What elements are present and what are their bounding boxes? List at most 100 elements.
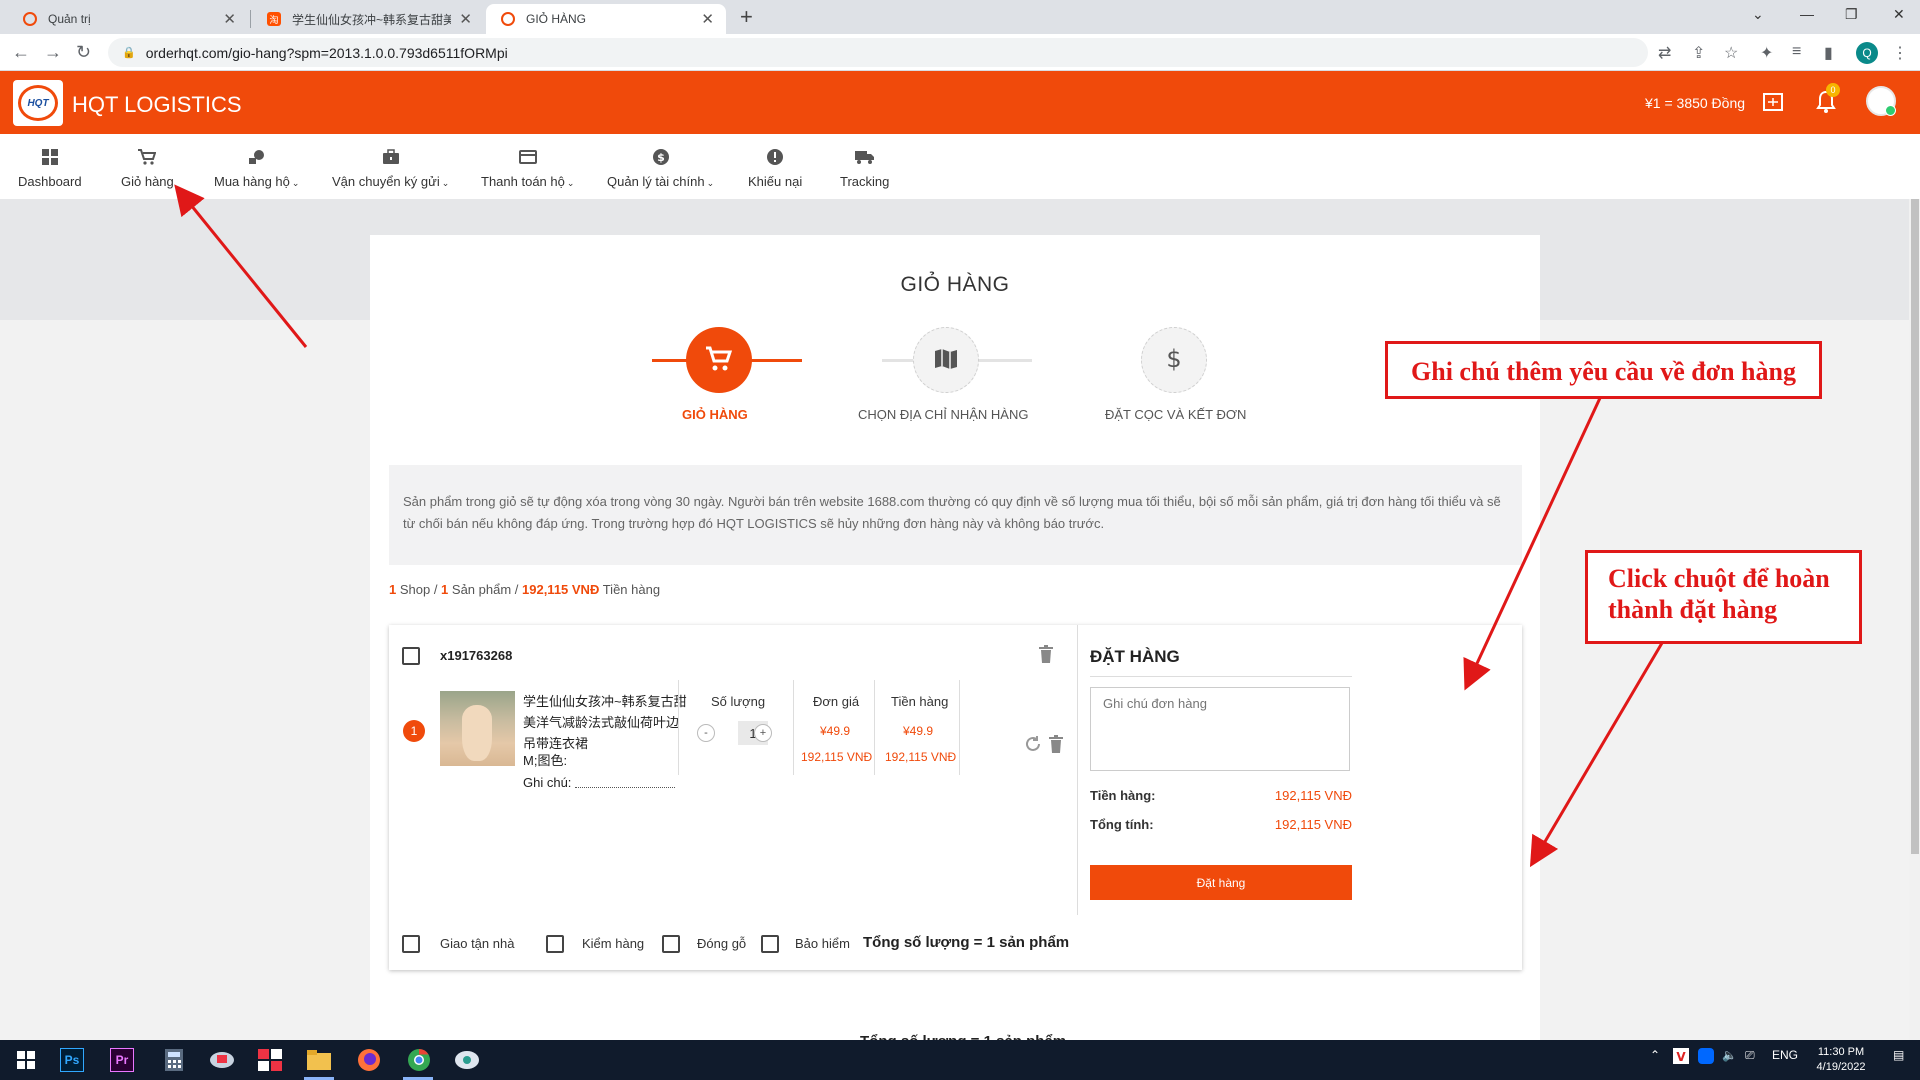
windows-start-icon[interactable] <box>12 1046 40 1074</box>
app-tray-icon[interactable] <box>208 1046 236 1074</box>
unit-price-cny: ¥49.9 <box>820 724 851 738</box>
tray-app-icon[interactable]: V <box>1673 1048 1689 1067</box>
refresh-item-icon[interactable] <box>1024 735 1042 756</box>
taskbar-clock[interactable]: 11:30 PM 4/19/2022 <box>1806 1045 1876 1075</box>
windows-taskbar: Ps Pr ⌃ V 🔈 ⎚ ENG 11:30 PM 4/19/2022 ▤ <box>0 1040 1920 1080</box>
menu-item-gio-hang[interactable]: Giỏ hàng <box>121 146 174 189</box>
minimize-icon[interactable]: — <box>1800 6 1814 22</box>
column-divider <box>959 680 960 775</box>
hqt-logo[interactable]: HQT <box>13 80 63 126</box>
menu-item-quan-ly-tai-chinh[interactable]: $ Quản lý tài chính ⌄ <box>607 146 714 189</box>
share-icon[interactable]: ⇪ <box>1692 43 1705 63</box>
file-explorer-icon[interactable] <box>305 1046 333 1074</box>
qty-decrease-button[interactable]: - <box>697 724 715 742</box>
menu-item-dashboard[interactable]: Dashboard <box>18 146 82 189</box>
order-panel: ĐẶT HÀNG Tiền hàng: 192,115 VNĐ Tổng tín… <box>1077 625 1522 915</box>
zalo-icon[interactable] <box>1698 1048 1714 1067</box>
menu-item-mua-hang-ho[interactable]: Mua hàng hộ ⌄ <box>214 146 299 189</box>
browser-tab-gio-hang[interactable]: GIỎ HÀNG ✕ <box>486 4 726 34</box>
office-apps-icon[interactable] <box>256 1046 284 1074</box>
browser-tab-strip: Quản trị ✕ 淘 学生仙仙女孩冲~韩系复古甜美 ✕ GIỎ HÀNG ✕… <box>0 0 1920 34</box>
chrome-menu-icon[interactable]: ⋮ <box>1892 43 1908 63</box>
shop-options-row: Giao tận nhà Kiểm hàng Đóng gỗ Bảo hiểm … <box>389 915 1522 970</box>
step-address <box>913 327 979 393</box>
step-cart <box>686 327 752 393</box>
menu-item-van-chuyen-ky-gui[interactable]: Vận chuyển ký gửi ⌄ <box>332 146 449 189</box>
browser-tab-quan-tri[interactable]: Quản trị ✕ <box>8 4 248 34</box>
close-icon[interactable]: ✕ <box>223 10 236 28</box>
place-order-button[interactable]: Đặt hàng <box>1090 865 1352 900</box>
back-arrow-icon[interactable]: ← <box>12 42 30 63</box>
wood-packing-checkbox[interactable] <box>662 935 680 953</box>
page-scrollbar[interactable] <box>1909 199 1920 1040</box>
insurance-checkbox[interactable] <box>761 935 779 953</box>
notifications-icon[interactable]: ▤ <box>1893 1048 1904 1062</box>
bookmark-star-icon[interactable]: ☆ <box>1724 43 1738 63</box>
tray-chevron-up-icon[interactable]: ⌃ <box>1650 1048 1660 1062</box>
column-divider <box>678 680 679 775</box>
reading-list-icon[interactable]: ≡ <box>1792 43 1801 61</box>
firefox-icon[interactable] <box>355 1046 383 1074</box>
forward-arrow-icon[interactable]: → <box>44 42 62 63</box>
browser-tab-product[interactable]: 淘 学生仙仙女孩冲~韩系复古甜美 ✕ <box>252 4 484 34</box>
svg-text:$: $ <box>1166 346 1181 372</box>
photoshop-icon[interactable]: Ps <box>60 1048 84 1072</box>
speaker-icon[interactable]: 🔈 <box>1722 1048 1737 1062</box>
product-thumbnail[interactable] <box>440 691 515 766</box>
chevron-down-icon: ⌄ <box>566 178 575 188</box>
order-callout: Click chuột để hoàn thành đặt hàng <box>1585 550 1862 644</box>
chrome-icon[interactable] <box>405 1046 433 1074</box>
close-icon[interactable]: ✕ <box>701 10 714 28</box>
inspection-label: Kiểm hàng <box>582 936 645 951</box>
chat-app-icon[interactable] <box>453 1046 481 1074</box>
chevron-down-icon: ⌄ <box>291 178 300 188</box>
total-label: Tổng tính: <box>1090 817 1154 832</box>
qty-increase-button[interactable]: + <box>754 724 772 742</box>
item-note-label: Ghi chú: <box>523 775 572 790</box>
notification-count-badge: 0 <box>1826 83 1840 97</box>
lock-icon: 🔒 <box>122 47 136 59</box>
page-title: GIỎ HÀNG <box>900 273 1010 296</box>
translate-icon[interactable]: ⇄ <box>1658 43 1671 63</box>
menu-item-khieu-nai[interactable]: Khiếu nại <box>748 146 802 189</box>
side-panel-icon[interactable]: ▮ <box>1824 43 1833 63</box>
card-icon <box>518 146 537 168</box>
window-close-icon[interactable]: ✕ <box>1893 6 1905 23</box>
delete-shop-trash-icon[interactable] <box>1039 645 1053 666</box>
profile-avatar[interactable]: Q <box>1856 42 1878 64</box>
cart-icon <box>138 146 157 168</box>
scroll-thumb[interactable] <box>1911 199 1919 854</box>
item-note-input[interactable] <box>575 787 675 788</box>
tab-search-chevron-icon[interactable]: ⌄ <box>1752 6 1764 23</box>
buy-icon <box>248 146 266 168</box>
insurance-label: Bảo hiểm <box>795 936 850 951</box>
extensions-puzzle-icon[interactable]: ✦ <box>1760 43 1773 63</box>
fullscreen-icon[interactable] <box>1762 91 1784 116</box>
inspection-checkbox[interactable] <box>546 935 564 953</box>
language-indicator[interactable]: ENG <box>1772 1048 1798 1062</box>
user-avatar[interactable] <box>1866 86 1896 116</box>
address-input[interactable]: 🔒 orderhqt.com/gio-hang?spm=2013.1.0.0.7… <box>108 38 1648 67</box>
premiere-icon[interactable]: Pr <box>110 1048 134 1072</box>
network-icon[interactable]: ⎚ <box>1745 1048 1755 1063</box>
main-menu: Dashboard Giỏ hàng Mua hàng hộ ⌄ Vận chuy… <box>0 134 1920 199</box>
reload-icon[interactable]: ↻ <box>76 42 91 63</box>
delete-item-trash-icon[interactable] <box>1049 735 1063 756</box>
product-name[interactable]: 学生仙仙女孩冲~韩系复古甜美洋气减龄法式敲仙荷叶边吊带连衣裙 <box>523 691 688 754</box>
subtotal-label: Tiền hàng: <box>1090 788 1156 803</box>
new-tab-plus-icon[interactable]: + <box>740 4 753 30</box>
menu-item-tracking[interactable]: Tracking <box>840 146 889 189</box>
taobao-favicon-icon: 淘 <box>266 11 282 27</box>
logo-emblem: HQT <box>18 85 58 121</box>
step-label-address: CHỌN ĐỊA CHỈ NHẬN HÀNG <box>858 407 1029 422</box>
tab-separator <box>250 10 251 28</box>
menu-item-thanh-toan-ho[interactable]: Thanh toán hộ ⌄ <box>481 146 574 189</box>
calculator-icon[interactable] <box>160 1046 188 1074</box>
shop-select-checkbox[interactable] <box>402 647 420 665</box>
home-delivery-checkbox[interactable] <box>402 935 420 953</box>
chevron-down-icon: ⌄ <box>706 178 715 188</box>
order-note-textarea[interactable] <box>1090 687 1350 771</box>
cart-card: GIỎ HÀNG $ GIỎ HÀNG CHỌN ĐỊA CHỈ NHẬN HÀ… <box>370 235 1540 1050</box>
restore-icon[interactable]: ❐ <box>1845 6 1858 23</box>
close-icon[interactable]: ✕ <box>459 10 472 28</box>
